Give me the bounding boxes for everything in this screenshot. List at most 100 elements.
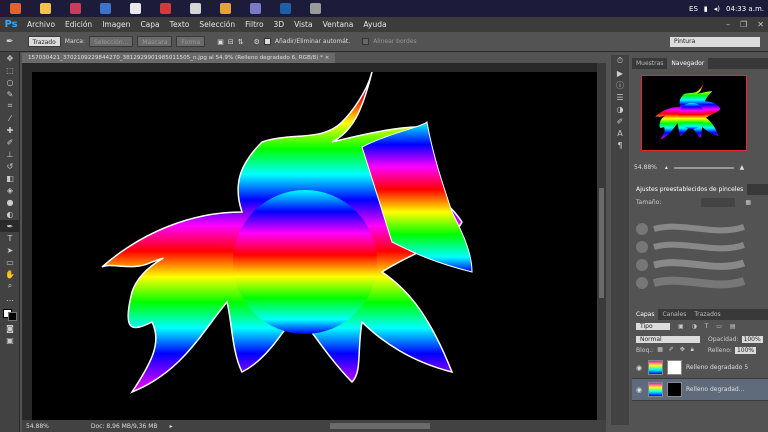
vertical-scroll-thumb[interactable] [599, 188, 604, 298]
zoom-level[interactable]: 54.88% [26, 423, 49, 430]
volume-icon[interactable]: ◂) [714, 5, 720, 13]
eye-icon[interactable]: ◉ [636, 364, 644, 372]
dodge-tool-icon[interactable]: ◐ [0, 208, 20, 220]
tab-navigator[interactable]: Navegador [667, 58, 709, 69]
menu-3d[interactable]: 3D [269, 20, 290, 29]
language-indicator[interactable]: ES [689, 5, 698, 13]
navigator-zoom[interactable]: 54.88% [634, 164, 657, 171]
fill-input[interactable]: 100% [734, 346, 757, 354]
color-swatches-icon[interactable] [0, 304, 20, 322]
eyedropper-icon[interactable]: ⁄ [0, 112, 20, 124]
tab-channels[interactable]: Canales [658, 309, 690, 320]
layer-kind-select[interactable]: Tipo [636, 323, 670, 330]
mask-button[interactable]: Máscara [137, 36, 173, 47]
shape-tool-icon[interactable]: ▭ [0, 256, 20, 268]
tab-layers[interactable]: Capas [632, 309, 659, 320]
tab-paths[interactable]: Trazados [690, 309, 724, 320]
brush-tool-icon[interactable]: ✐ [0, 136, 20, 148]
zoom-out-icon[interactable]: ▴ [665, 164, 668, 171]
brush-panel-icon[interactable]: ▦ [745, 199, 751, 206]
quick-selection-icon[interactable]: ✎ [0, 88, 20, 100]
brush-stroke-list[interactable] [634, 219, 750, 291]
auto-add-delete-checkbox[interactable] [263, 38, 271, 45]
menu-seleccin[interactable]: Selección [194, 20, 240, 29]
canvas-area[interactable] [22, 63, 606, 420]
path-mode-select[interactable]: Trazado [27, 36, 61, 47]
app-4[interactable] [94, 1, 116, 16]
chrome-app[interactable] [214, 1, 236, 16]
lock-icons[interactable]: ▦ ✐ ✥ 🔒︎ [657, 346, 696, 354]
zoom-slider[interactable] [673, 166, 734, 169]
actions-panel-icon[interactable]: ▶ [611, 67, 629, 79]
clone-stamp-icon[interactable]: ⊥ [0, 148, 20, 160]
path-selection-icon[interactable]: ➤ [0, 244, 20, 256]
eraser-icon[interactable]: ◧ [0, 172, 20, 184]
menu-texto[interactable]: Texto [165, 20, 195, 29]
gear-icon[interactable]: ⚙ [254, 38, 260, 46]
workspace-select[interactable]: Pintura [670, 37, 760, 47]
document-tab[interactable]: 157030421_370210922984427​0_381292990198… [22, 53, 336, 63]
menu-imagen[interactable]: Imagen [97, 20, 135, 29]
close-icon[interactable]: ✕ [757, 20, 764, 29]
navigator-preview[interactable] [641, 75, 747, 151]
blur-tool-icon[interactable]: ● [0, 196, 20, 208]
photoshop-app-2[interactable] [274, 1, 296, 16]
pen-tool-icon[interactable]: ✒ [6, 37, 14, 47]
photoshop-app[interactable] [4, 1, 26, 16]
horizontal-scroll-thumb[interactable] [330, 423, 430, 429]
opacity-input[interactable]: 100% [741, 336, 763, 343]
more-tools-icon[interactable]: … [0, 292, 20, 304]
path-operations-icon[interactable]: ▣ [217, 38, 224, 46]
history-panel-icon[interactable]: ⏱ [611, 55, 629, 67]
menu-edicin[interactable]: Edición [60, 20, 97, 29]
app-3[interactable] [64, 1, 86, 16]
menu-vista[interactable]: Vista [289, 20, 318, 29]
filter-icons[interactable]: ▣ ◑ T ▭ ▤ [678, 323, 739, 330]
app-11[interactable] [304, 1, 326, 16]
history-brush-icon[interactable]: ↺ [0, 160, 20, 172]
file-explorer-app[interactable] [34, 1, 56, 16]
network-icon[interactable]: ▮ [704, 5, 708, 13]
vertical-scrollbar[interactable] [597, 63, 606, 420]
path-arrangement-icon[interactable]: ⇅ [238, 38, 244, 46]
tab-swatches[interactable]: Muestras [632, 58, 667, 69]
brush-presets-title[interactable]: Ajustes preestablecidos de pinceles [632, 184, 748, 195]
layer-row-selected[interactable]: ◉ Relleno degradad... [632, 379, 768, 401]
hand-tool-icon[interactable]: ✋ [0, 268, 20, 280]
clock[interactable]: 04:33 a.m. [726, 5, 764, 13]
pen-tool-icon[interactable]: ✒ [0, 220, 20, 232]
status-arrow-icon[interactable]: ▸ [170, 423, 173, 430]
path-alignment-icon[interactable]: ⊟ [228, 38, 234, 46]
align-edges-checkbox[interactable] [362, 38, 370, 45]
zoom-tool-icon[interactable]: ⌕ [0, 280, 20, 292]
properties-panel-icon[interactable]: ☰ [611, 91, 629, 103]
brush-size-input[interactable] [701, 198, 736, 207]
menu-ayuda[interactable]: Ayuda [358, 20, 391, 29]
move-tool-icon[interactable]: ✥ [0, 52, 20, 64]
app-5[interactable] [124, 1, 146, 16]
app-9[interactable] [244, 1, 266, 16]
zoom-in-icon[interactable]: ▲ [740, 164, 745, 171]
marquee-tool-icon[interactable]: ⬚ [0, 64, 20, 76]
minimize-icon[interactable]: – [726, 20, 730, 29]
app-6[interactable] [154, 1, 176, 16]
brush-panel-icon[interactable]: ✐ [611, 115, 629, 127]
shape-button[interactable]: Forma [176, 36, 206, 47]
menu-filtro[interactable]: Filtro [240, 20, 268, 29]
info-panel-icon[interactable]: ⓘ [611, 79, 629, 91]
maximize-icon[interactable]: ❐ [740, 20, 747, 29]
healing-brush-icon[interactable]: ✚ [0, 124, 20, 136]
eye-icon[interactable]: ◉ [636, 386, 644, 394]
paint-bucket-icon[interactable]: ◈ [0, 184, 20, 196]
lasso-tool-icon[interactable]: ○ [0, 76, 20, 88]
character-panel-icon[interactable]: A [611, 127, 629, 139]
close-tab-icon[interactable]: × [323, 55, 330, 61]
adjustments-panel-icon[interactable]: ◑ [611, 103, 629, 115]
paragraph-panel-icon[interactable]: ¶ [611, 139, 629, 151]
menu-ventana[interactable]: Ventana [318, 20, 359, 29]
menu-capa[interactable]: Capa [135, 20, 164, 29]
quick-mask-icon[interactable]: ◙ [0, 322, 20, 334]
screen-mode-icon[interactable]: ▣ [0, 334, 20, 346]
selection-button[interactable]: Selección... [88, 36, 134, 47]
blend-mode-select[interactable]: Normal [636, 336, 700, 343]
